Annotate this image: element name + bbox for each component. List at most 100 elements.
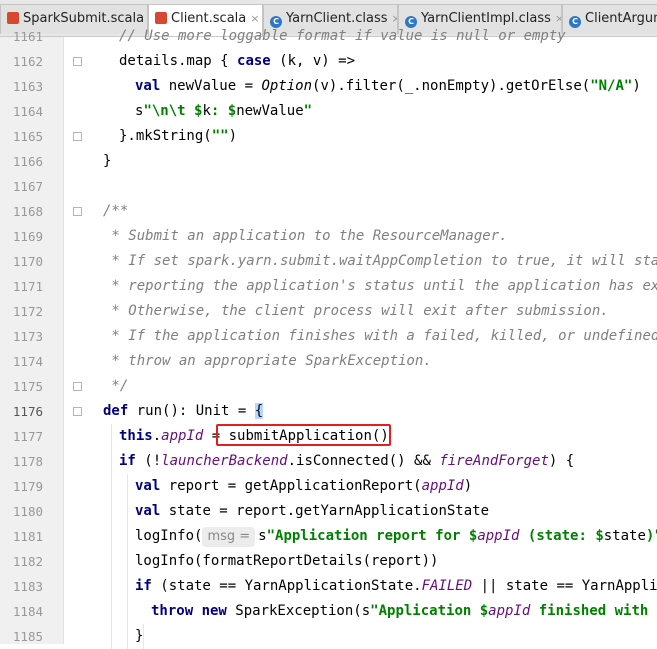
fold-toggle-icon[interactable]: [73, 407, 82, 416]
line-number: 1169: [12, 229, 43, 244]
code-text: }: [103, 149, 111, 174]
code-text: val report = getApplicationReport(appId): [135, 474, 472, 499]
line-number: 1178: [12, 454, 43, 469]
fold-toggle-icon[interactable]: [73, 382, 82, 391]
code-line[interactable]: 1172 * Otherwise, the client process wil…: [0, 299, 657, 324]
code-text: * If set spark.yarn.submit.waitAppComple…: [103, 249, 657, 274]
code-token: if: [119, 453, 136, 469]
code-token: {: [254, 403, 264, 419]
code-line[interactable]: 1184 throw new SparkException(s"Applicati…: [0, 599, 657, 624]
line-number: 1167: [12, 179, 43, 194]
code-token: state = report.getYarnApplicationState: [160, 503, 490, 519]
code-token: appId: [488, 603, 531, 619]
code-token: this: [119, 428, 153, 444]
code-line[interactable]: 1162 details.map { case (k, v) =>: [0, 49, 657, 74]
code-token: .: [152, 428, 162, 444]
code-token: throw new: [151, 603, 227, 619]
line-number: 1184: [12, 604, 43, 619]
code-text: def run(): Unit = {: [103, 399, 264, 424]
code-token: val: [135, 503, 161, 519]
fold-toggle-icon[interactable]: [73, 207, 82, 216]
fold-toggle-icon[interactable]: [73, 132, 82, 141]
code-token: SparkException(s: [226, 603, 371, 619]
code-line[interactable]: 1168 /**: [0, 199, 657, 224]
code-token: // Use more loggable format if value is …: [119, 28, 566, 44]
code-line[interactable]: 1161 // Use more loggable format if value…: [0, 24, 657, 49]
code-token: */: [103, 378, 129, 394]
code-token: appId: [161, 428, 204, 444]
code-line[interactable]: 1167: [0, 174, 657, 199]
code-text: * Otherwise, the client process will exi…: [103, 299, 608, 324]
code-line[interactable]: 1163 val newValue = Option(v).filter(_.no…: [0, 74, 657, 99]
code-token: (state == YarnApplicationState.: [151, 578, 422, 594]
code-token: (v).filter(_.nonEmpty).getOrElse(: [312, 78, 591, 94]
line-number: 1185: [12, 629, 43, 644]
code-line[interactable]: 1181 logInfo(msg = s"Application report fo…: [0, 524, 657, 549]
line-number: 1165: [12, 129, 43, 144]
code-token: .isConnected() &&: [287, 453, 440, 469]
code-token: ) {: [548, 453, 575, 469]
scala-file-icon: [7, 12, 19, 24]
code-token: : $: [210, 103, 237, 119]
indent-guide: [143, 624, 144, 649]
code-text: throw new SparkException(s"Application $…: [151, 599, 657, 624]
line-number: 1164: [12, 104, 43, 119]
line-number: 1174: [12, 354, 43, 369]
code-token: Option: [261, 78, 313, 94]
code-line[interactable]: 1175 */: [0, 374, 657, 399]
code-line[interactable]: 1173 * If the application finishes with …: [0, 324, 657, 349]
code-token: (k, v) =>: [270, 53, 356, 69]
line-number: 1170: [12, 254, 43, 269]
code-line[interactable]: 1178 if (!launcherBackend.isConnected() &…: [0, 449, 657, 474]
code-token: }: [103, 153, 112, 169]
code-line[interactable]: 1185}: [0, 624, 657, 649]
code-line[interactable]: 1174 * throw an appropriate SparkExcepti…: [0, 349, 657, 374]
code-text: logInfo(msg = s"Application report for $a…: [135, 524, 657, 549]
code-token: ): [463, 478, 473, 494]
code-token: (state: $: [519, 528, 604, 544]
code-token: ): [228, 128, 238, 144]
code-line[interactable]: 1165 }.mkString(""): [0, 124, 657, 149]
code-line[interactable]: 1183 if (state == YarnApplicationState.FA…: [0, 574, 657, 599]
code-line[interactable]: 1166}: [0, 149, 657, 174]
code-token: "": [211, 128, 229, 144]
code-line[interactable]: 1182 logInfo(formatReportDetails(report)): [0, 549, 657, 574]
code-line[interactable]: 1180 val state = report.getYarnApplicatio…: [0, 499, 657, 524]
code-editor[interactable]: 1161 // Use more loggable format if value…: [0, 28, 657, 649]
code-line[interactable]: 1164 s"\n\t $k: $newValue": [0, 99, 657, 124]
code-token: if: [135, 578, 152, 594]
code-line[interactable]: 1176 def run(): Unit = {: [0, 399, 657, 424]
code-text: }.mkString(""): [119, 124, 237, 149]
code-token: appId: [421, 478, 464, 494]
line-number: 1180: [12, 504, 43, 519]
red-highlight-box: [216, 424, 391, 446]
line-number: 1166: [12, 154, 43, 169]
line-number: 1183: [12, 579, 43, 594]
line-number: 1171: [12, 279, 43, 294]
fold-toggle-icon[interactable]: [73, 57, 82, 66]
code-line[interactable]: 1169 * Submit an application to the Reso…: [0, 224, 657, 249]
line-number: 1173: [12, 329, 43, 344]
code-line[interactable]: 1170 * If set spark.yarn.submit.waitAppC…: [0, 249, 657, 274]
code-token: "Application $: [370, 603, 489, 619]
code-token: newValue =: [160, 78, 262, 94]
line-number: 1175: [12, 379, 43, 394]
line-number: 1168: [12, 204, 43, 219]
code-text: * If the application finishes with a fai…: [103, 324, 657, 349]
code-token: "N/A": [590, 78, 633, 94]
code-token: details.map {: [119, 53, 238, 69]
code-token: launcherBackend: [161, 453, 288, 469]
code-text: */: [103, 374, 128, 399]
code-token: * If set spark.yarn.submit.waitAppComple…: [103, 253, 657, 269]
code-token: )": [645, 528, 657, 544]
code-token: || state == YarnApplicat: [480, 578, 657, 594]
code-token: ): [632, 78, 641, 94]
code-text: logInfo(formatReportDetails(report)): [135, 549, 438, 574]
code-token: * Submit an application to the ResourceM…: [103, 228, 508, 244]
line-number: 1179: [12, 479, 43, 494]
code-line[interactable]: 1171 * reporting the application's statu…: [0, 274, 657, 299]
code-token: * If the application finishes with a fai…: [103, 328, 657, 344]
code-text: // Use more loggable format if value is …: [119, 24, 566, 49]
code-line[interactable]: 1179 val report = getApplicationReport(ap…: [0, 474, 657, 499]
indent-guide: [127, 474, 128, 649]
